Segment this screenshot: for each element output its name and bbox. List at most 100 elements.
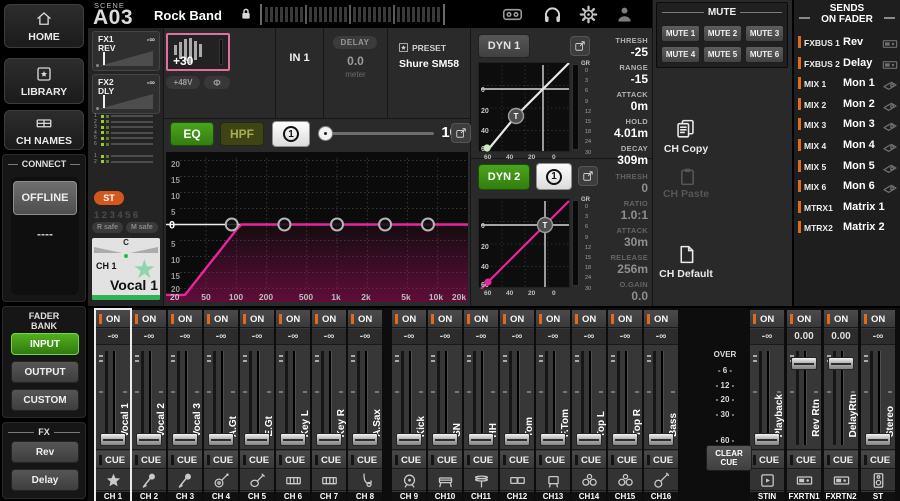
fader-bank-input-button[interactable]: INPUT <box>11 333 79 355</box>
fader-cap[interactable] <box>100 433 126 446</box>
cue-button[interactable]: CUE <box>204 451 238 469</box>
strip-ch6[interactable]: ON -∞ Key L CUE CH 6 <box>276 310 310 501</box>
eq-graph[interactable]: 20151050510152020501002005001k2k5k10k20k <box>166 152 468 302</box>
hpf-button[interactable]: HPF <box>220 122 264 146</box>
fader-track[interactable]: A.Sax <box>348 346 382 450</box>
channel-on-button[interactable]: ON <box>392 310 426 328</box>
fader-cap[interactable] <box>540 433 566 446</box>
offline-button[interactable]: OFFLINE <box>13 181 77 215</box>
mute-group-2-button[interactable]: MUTE 2 <box>703 25 742 42</box>
mute-group-1-button[interactable]: MUTE 1 <box>661 25 700 42</box>
strip-fxrtn2[interactable]: ON 0.00 DelayRtn CUE FXRTN2 <box>824 310 858 501</box>
fader-cap[interactable] <box>648 433 674 446</box>
strip-ch16[interactable]: ON -∞ Bass CUE CH16 <box>644 310 678 501</box>
fader-cap[interactable] <box>828 357 854 370</box>
channel-on-button[interactable]: ON <box>428 310 462 328</box>
ch-default-button[interactable]: CH Default <box>653 244 719 280</box>
cue-button[interactable]: CUE <box>750 451 784 469</box>
fader-track[interactable]: E.Gt <box>240 346 274 450</box>
channel-on-button[interactable]: ON <box>312 310 346 328</box>
strip-ch10[interactable]: ON -∞ SN CUE CH10 <box>428 310 462 501</box>
strip-ch8[interactable]: ON -∞ A.Sax CUE CH 8 <box>348 310 382 501</box>
fader-cap[interactable] <box>612 433 638 446</box>
channel-on-button[interactable]: ON <box>824 310 858 328</box>
dyn1-edit-button[interactable] <box>570 36 590 56</box>
dyn2-band-selector-button[interactable]: 1 <box>536 163 572 190</box>
cue-button[interactable]: CUE <box>96 451 130 469</box>
fader-track[interactable]: Vocal 1 <box>96 346 130 450</box>
recorder-button[interactable] <box>502 4 523 25</box>
channel-nameplate[interactable]: C CH 1 ★ Vocal 1 <box>92 238 160 300</box>
fader-cap[interactable] <box>136 433 162 446</box>
fader-track[interactable]: Kick <box>392 346 426 450</box>
eq-edit-button[interactable] <box>451 123 471 143</box>
fader-track[interactable]: F.Tom <box>536 346 570 450</box>
fx-send-fx1[interactable]: FX1REV -∞ <box>92 31 160 71</box>
fader-track[interactable]: Bass <box>644 346 678 450</box>
cue-button[interactable]: CUE <box>428 451 462 469</box>
cue-button[interactable]: CUE <box>276 451 310 469</box>
channel-on-button[interactable]: ON <box>750 310 784 328</box>
fader-track[interactable]: Key L <box>276 346 310 450</box>
channel-on-button[interactable]: ON <box>861 310 895 328</box>
fader-cap[interactable] <box>352 433 378 446</box>
strip-ch3[interactable]: ON -∞ Vocal 3 CUE CH 3 <box>168 310 202 501</box>
cue-button[interactable]: CUE <box>572 451 606 469</box>
home-button[interactable]: HOME <box>4 4 84 48</box>
fader-cap[interactable] <box>280 433 306 446</box>
fader-track[interactable]: Playback <box>750 346 784 450</box>
channel-on-button[interactable]: ON <box>96 310 130 328</box>
eq-band-4-handle[interactable] <box>379 219 391 231</box>
phase-button[interactable]: Φ <box>204 76 230 89</box>
preset-cell[interactable]: PRESET Shure SM58 <box>388 28 470 118</box>
fader-track[interactable]: Rev Rtn <box>787 346 821 450</box>
send-row-mix5[interactable]: MIX 5 Mon 5 <box>794 157 900 176</box>
strip-ch9[interactable]: ON -∞ Kick CUE CH 9 <box>392 310 426 501</box>
send-row-mix4[interactable]: MIX 4 Mon 4 <box>794 136 900 155</box>
cue-button[interactable]: CUE <box>861 451 895 469</box>
cue-button[interactable]: CUE <box>348 451 382 469</box>
strip-ch2[interactable]: ON -∞ Vocal 2 CUE CH 2 <box>132 310 166 501</box>
fader-cap[interactable] <box>432 433 458 446</box>
hpf-frequency-slider[interactable] <box>318 132 434 135</box>
meter-bridge[interactable] <box>260 4 445 25</box>
channel-on-button[interactable]: ON <box>536 310 570 328</box>
strip-ch13[interactable]: ON -∞ F.Tom CUE CH13 <box>536 310 570 501</box>
strip-ch7[interactable]: ON -∞ Key R CUE CH 7 <box>312 310 346 501</box>
send-row-fxbus2[interactable]: FXBUS 2 Delay <box>794 54 900 73</box>
delay-cell[interactable]: DELAY 0.0 meter <box>324 28 387 118</box>
fader-track[interactable]: Tom <box>500 346 534 450</box>
st-assign-badge[interactable]: ST <box>94 191 124 205</box>
channel-on-button[interactable]: ON <box>204 310 238 328</box>
ch-paste-button[interactable]: CH Paste <box>653 166 719 200</box>
channel-on-button[interactable]: ON <box>464 310 498 328</box>
strip-ch12[interactable]: ON -∞ Tom CUE CH12 <box>500 310 534 501</box>
fader-cap[interactable] <box>865 433 891 446</box>
fader-bank-custom-button[interactable]: CUSTOM <box>11 389 79 411</box>
hpf-slider-knob[interactable] <box>318 126 333 141</box>
channel-on-button[interactable]: ON <box>787 310 821 328</box>
fader-cap[interactable] <box>244 433 270 446</box>
dyn2-edit-button[interactable] <box>578 166 598 186</box>
eq-band-3-handle[interactable] <box>331 219 343 231</box>
clear-cue-button[interactable]: CLEARCUE <box>706 445 752 471</box>
gear-button[interactable] <box>578 4 599 25</box>
library-button[interactable]: LIBRARY <box>4 58 84 104</box>
eq-band-1-handle[interactable] <box>226 219 238 231</box>
strip-ch11[interactable]: ON -∞ HH CUE CH11 <box>464 310 498 501</box>
dyn2-graph[interactable]: 0204060T <box>478 198 570 288</box>
strip-ch14[interactable]: ON -∞ Top L CUE CH14 <box>572 310 606 501</box>
user-button[interactable] <box>614 4 635 25</box>
channel-on-button[interactable]: ON <box>132 310 166 328</box>
mute-group-5-button[interactable]: MUTE 5 <box>703 46 742 63</box>
fader-cap[interactable] <box>468 433 494 446</box>
dyn2-on-button[interactable]: DYN 2 <box>478 164 530 190</box>
strip-ch4[interactable]: ON -∞ A.Gt CUE CH 4 <box>204 310 238 501</box>
channel-on-button[interactable]: ON <box>500 310 534 328</box>
cue-button[interactable]: CUE <box>168 451 202 469</box>
strip-stin[interactable]: ON -∞ Playback CUE STIN <box>750 310 784 501</box>
headphones-button[interactable] <box>542 4 563 25</box>
mute-group-3-button[interactable]: MUTE 3 <box>745 25 784 42</box>
fader-cap[interactable] <box>316 433 342 446</box>
fader-cap[interactable] <box>172 433 198 446</box>
